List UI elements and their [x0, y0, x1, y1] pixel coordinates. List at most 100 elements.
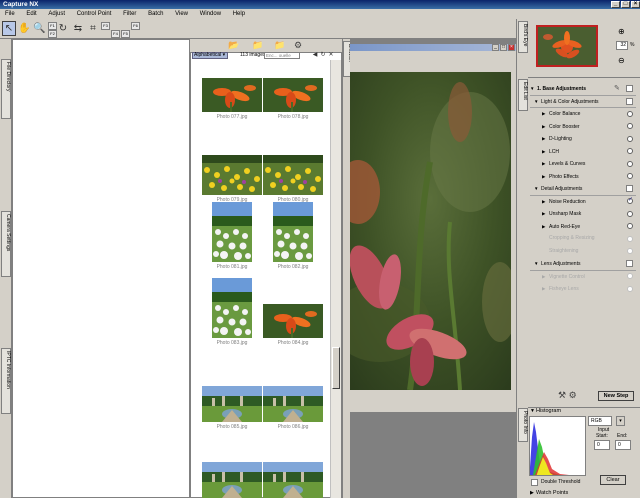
edit-list-row[interactable]: ▶ Color Balance: [542, 108, 636, 119]
group-checkbox[interactable]: [626, 97, 633, 105]
step-radio[interactable]: [627, 235, 633, 242]
edit-list-row[interactable]: ▶ D-Lighting: [542, 133, 636, 144]
edit-list-row[interactable]: ▶ Photo Effects: [542, 171, 636, 182]
tab-camera-settings[interactable]: Camera Settings: [1, 211, 11, 277]
crop-tool-icon[interactable]: ⌗: [86, 21, 100, 36]
close-button[interactable]: ×: [631, 1, 640, 8]
zoom-field[interactable]: 32: [616, 41, 628, 50]
edit-list-row[interactable]: ▼ 1. Base Adjustments: [530, 83, 636, 94]
step-icon[interactable]: ⚒: [558, 390, 566, 400]
edit-list-row[interactable]: ▶ Vignette Control: [542, 271, 636, 282]
step-radio[interactable]: [627, 135, 633, 142]
back-arrow-icon[interactable]: ◀: [312, 52, 318, 59]
collapse-arrow-icon[interactable]: ▼: [530, 83, 537, 94]
doc-minimize-button[interactable]: _: [492, 44, 499, 51]
clear-button[interactable]: Clear: [600, 475, 626, 485]
group-checkbox[interactable]: [626, 85, 633, 92]
thumbnail-image[interactable]: [263, 155, 323, 197]
expand-arrow-icon[interactable]: ▶: [542, 133, 549, 144]
thumbnail-item[interactable]: Photo 086.jpg: [258, 362, 328, 438]
file-directory-panel[interactable]: [12, 39, 190, 498]
thumbnail-item[interactable]: Photo 081.jpg: [197, 202, 267, 278]
image-window-titlebar[interactable]: _ □ ×: [350, 44, 516, 51]
gear-icon[interactable]: ⚙: [294, 40, 302, 51]
menu-view[interactable]: View: [170, 9, 193, 19]
scrollbar-thumb[interactable]: [332, 347, 340, 389]
expand-arrow-icon[interactable]: ▶: [542, 158, 549, 169]
thumbnail-image[interactable]: [263, 304, 323, 340]
channel-select[interactable]: RGB: [588, 416, 612, 426]
edit-list-row[interactable]: ▶ Auto Red-Eye: [542, 221, 636, 232]
thumbnail-item[interactable]: Photo 085.jpg: [197, 362, 267, 438]
step-radio[interactable]: [627, 285, 633, 292]
folder-open-icon[interactable]: 📂: [228, 40, 239, 51]
menu-filter[interactable]: Filter: [118, 9, 141, 19]
thumbnail-item[interactable]: Photo 077.jpg: [197, 60, 267, 128]
thumbnail-image[interactable]: [212, 278, 252, 340]
end-input[interactable]: 0: [615, 440, 631, 450]
thumbnail-item[interactable]: Photo 087.jpg: [197, 438, 267, 498]
step-radio[interactable]: [627, 210, 633, 217]
gear-icon[interactable]: ⚙: [569, 390, 577, 400]
menu-window[interactable]: Window: [195, 9, 226, 19]
edit-list-row[interactable]: ▼ Lens Adjustments: [534, 258, 636, 269]
thumbnail-image[interactable]: [202, 462, 262, 498]
fkey-f3[interactable]: F3: [101, 22, 110, 30]
watch-points-expand-icon[interactable]: ▶: [530, 490, 534, 497]
thumbnail-item[interactable]: Photo 078.jpg: [258, 60, 328, 128]
browser-close-icon[interactable]: ✕: [328, 52, 334, 59]
expand-arrow-icon[interactable]: ▶: [542, 196, 549, 207]
menu-batch[interactable]: Batch: [143, 9, 168, 19]
expand-arrow-icon[interactable]: ▶: [542, 146, 549, 157]
thumbnail-image[interactable]: [202, 386, 262, 424]
step-radio[interactable]: ✓: [627, 197, 633, 204]
step-radio[interactable]: [627, 273, 633, 279]
fkey-f5[interactable]: F5: [121, 30, 130, 38]
menu-file[interactable]: File: [0, 9, 20, 19]
fkey-f1[interactable]: F1: [48, 22, 57, 30]
expand-arrow-icon[interactable]: ▶: [542, 221, 549, 232]
thumbnail-item[interactable]: Photo 083.jpg: [197, 278, 267, 354]
thumbnail-item[interactable]: Photo 082.jpg: [258, 202, 328, 278]
histogram-expand-icon[interactable]: ▼: [530, 408, 535, 415]
thumbnail-image[interactable]: [263, 386, 323, 424]
group-checkbox[interactable]: [626, 260, 633, 267]
thumbnail-image[interactable]: [202, 155, 262, 197]
expand-arrow-icon[interactable]: ▶: [542, 121, 549, 132]
thumbnail-image[interactable]: [263, 78, 323, 114]
thumbnail-image[interactable]: [212, 202, 252, 264]
group-checkbox[interactable]: [626, 185, 633, 192]
refresh-icon[interactable]: ↻: [320, 52, 326, 59]
minimize-button[interactable]: _: [611, 1, 620, 8]
edit-list-row[interactable]: ▼ Light & Color Adjustments: [534, 96, 636, 107]
thumbnail-image[interactable]: [263, 462, 323, 498]
maximize-button[interactable]: □: [621, 1, 630, 8]
step-radio[interactable]: [627, 160, 633, 167]
expand-arrow-icon[interactable]: ▶: [542, 108, 549, 119]
doc-maximize-button[interactable]: □: [500, 44, 507, 51]
menu-control-point[interactable]: Control Point: [72, 9, 117, 19]
edit-list-row[interactable]: Straightening: [542, 246, 636, 257]
step-radio[interactable]: [627, 248, 633, 254]
expand-arrow-icon[interactable]: ▶: [542, 171, 549, 182]
rotate-tool-icon[interactable]: ↻: [56, 21, 70, 36]
channel-dropdown-button[interactable]: ▾: [616, 416, 625, 426]
fkey-f6[interactable]: F6: [131, 22, 140, 30]
zoom-tool-icon[interactable]: 🔍: [32, 21, 46, 36]
thumbnail-item[interactable]: Photo 079.jpg: [197, 135, 267, 211]
step-radio[interactable]: [627, 123, 633, 129]
edit-list-row[interactable]: ▶ Unsharp Mask: [542, 208, 636, 219]
fkey-f4[interactable]: F4: [111, 30, 120, 38]
collapse-arrow-icon[interactable]: ▼: [534, 258, 541, 269]
main-photo[interactable]: [350, 72, 511, 390]
double-threshold-checkbox[interactable]: [531, 479, 538, 486]
tab-iptc-information[interactable]: IPTC Information: [1, 348, 11, 414]
doc-close-button[interactable]: ×: [508, 44, 515, 51]
sort-dropdown[interactable]: Alphabetical ▾: [192, 52, 228, 59]
zoom-in-icon[interactable]: ⊕: [618, 27, 625, 36]
birds-eye-preview[interactable]: [536, 25, 598, 67]
thumbnail-image[interactable]: [273, 202, 313, 264]
expand-arrow-icon[interactable]: ▶: [542, 208, 549, 219]
edit-list-row[interactable]: ▶ Fisheye Lens: [542, 283, 636, 294]
tab-edit-list[interactable]: Edit List: [518, 79, 528, 111]
